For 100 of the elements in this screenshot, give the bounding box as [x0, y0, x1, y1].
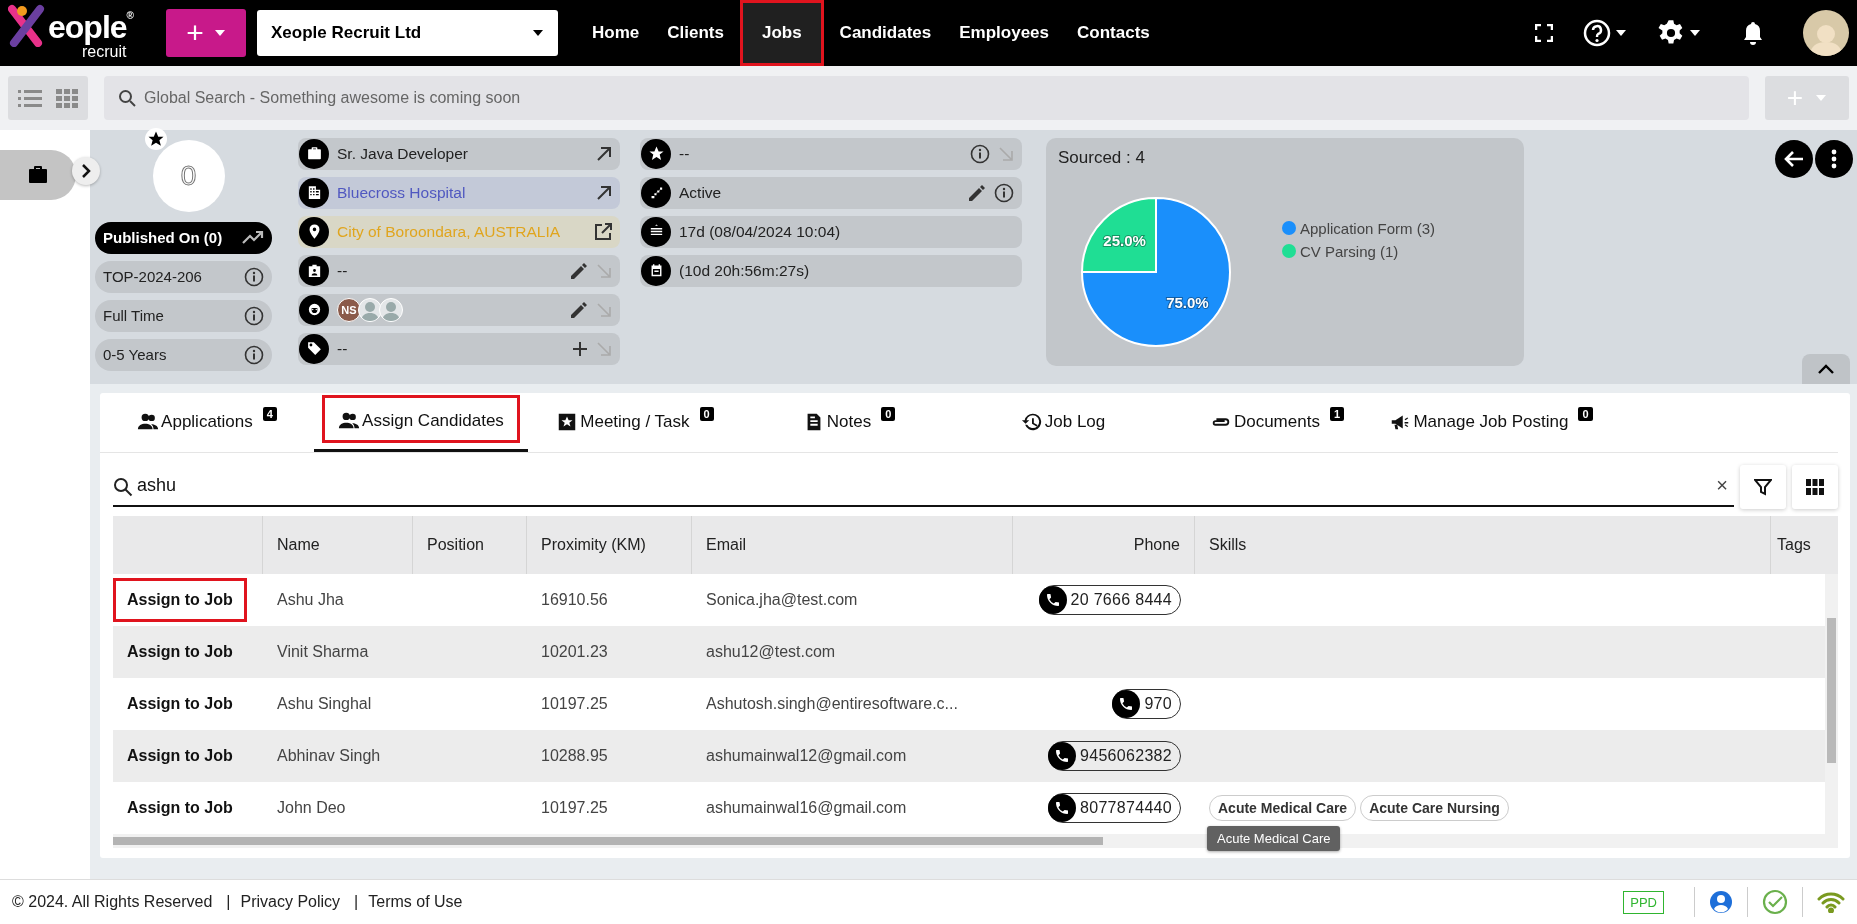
skill-tag: Acute Medical Care — [1209, 794, 1357, 821]
scrollbar[interactable] — [1825, 573, 1838, 834]
info-pill: 0-5 Years — [95, 338, 272, 371]
column-header[interactable]: Proximity (KM) — [527, 515, 692, 574]
more-icon — [1831, 148, 1837, 169]
chevron-up-icon — [1818, 363, 1834, 374]
assign-button[interactable]: Assign to Job — [113, 629, 247, 674]
collapse-button[interactable] — [1802, 353, 1850, 384]
search-icon — [113, 476, 133, 497]
table-cell-text: Ashu Singhal — [276, 693, 373, 714]
arrow-icon[interactable] — [596, 145, 612, 162]
more-button[interactable] — [1815, 139, 1853, 178]
tab[interactable]: Applications 4 — [100, 392, 314, 452]
add-button[interactable]: + — [166, 9, 246, 57]
info-pill: Full Time — [95, 299, 272, 332]
field-value: 17d (08/04/2024 10:04) — [679, 222, 842, 241]
footer-link[interactable]: Privacy Policy — [240, 893, 341, 911]
avatar-icon[interactable] — [1803, 10, 1849, 56]
settings-icon[interactable] — [1657, 19, 1685, 47]
help-icon[interactable] — [1583, 19, 1611, 47]
tab[interactable]: Meeting / Task 0 — [528, 392, 742, 452]
avatar-icon — [379, 297, 403, 322]
field-value: Bluecross Hospital — [337, 183, 467, 202]
nav-link[interactable]: Clients — [655, 0, 736, 66]
field-value: Sr. Java Developer — [337, 144, 469, 163]
plus-icon[interactable] — [572, 340, 588, 357]
external-link-icon[interactable] — [594, 222, 612, 241]
logo-text: eople$^{®}$ — [48, 9, 133, 45]
filter-field[interactable]: ashu — [113, 467, 1713, 504]
company-select[interactable]: Xeople Recruit Ltd — [257, 10, 558, 56]
footer-link[interactable]: Terms of Use — [368, 893, 463, 911]
nav-link[interactable]: Employees — [947, 0, 1061, 66]
column-header[interactable]: Email — [692, 515, 1013, 574]
info-icon[interactable] — [244, 344, 264, 365]
list-view-icon[interactable] — [18, 87, 42, 108]
table-cell-text: John Deo — [276, 797, 347, 818]
field-value: Active — [679, 183, 723, 202]
tab[interactable]: Documents 1 — [1170, 392, 1384, 452]
columns-button[interactable] — [1792, 464, 1838, 509]
separator: | — [354, 893, 359, 911]
column-header[interactable]: Skills — [1195, 515, 1771, 574]
table-cell-text: Sonica.jha@test.com — [705, 589, 859, 610]
column-header[interactable]: Position — [413, 515, 527, 574]
phone-icon — [1054, 747, 1070, 764]
tab[interactable]: Job Log — [956, 392, 1170, 452]
assign-button[interactable]: Assign to Job — [113, 681, 247, 726]
nav-link[interactable]: Candidates — [827, 0, 944, 66]
nav-link[interactable]: Home — [580, 0, 652, 66]
info-icon[interactable] — [244, 305, 264, 326]
column-header[interactable]: Tags — [1771, 515, 1823, 574]
column-header[interactable]: Phone — [1013, 515, 1195, 574]
nav-link[interactable]: Jobs — [739, 0, 824, 66]
chevron-right-icon — [81, 163, 91, 178]
grid-view-icon[interactable] — [56, 87, 78, 108]
published-button[interactable]: Published On (0) — [95, 221, 272, 254]
separator: | — [226, 893, 231, 911]
pencil-icon[interactable] — [570, 261, 588, 280]
grid-icon — [1806, 478, 1824, 495]
phone-icon — [1118, 695, 1135, 712]
info-icon[interactable] — [244, 266, 264, 287]
nav-link[interactable]: Contacts — [1065, 0, 1162, 66]
clear-button[interactable]: × — [1716, 474, 1728, 498]
copyright-text: © 2024. All Rights Reserved — [12, 893, 213, 911]
column-header[interactable]: Name — [263, 515, 413, 574]
user-icon[interactable] — [1709, 890, 1733, 914]
status-badge: PPD — [1623, 890, 1664, 914]
tab[interactable]: Manage Job Posting 0 — [1384, 392, 1598, 452]
assign-button[interactable]: Assign to Job — [113, 785, 247, 830]
assign-button[interactable]: Assign to Job — [113, 577, 247, 622]
bell-icon[interactable] — [1741, 20, 1765, 46]
info-icon[interactable] — [970, 143, 990, 164]
tab[interactable]: Assign Candidates — [314, 392, 528, 452]
fullscreen-icon[interactable] — [1535, 24, 1553, 42]
caret-icon — [532, 29, 544, 37]
tooltip: Acute Medical Care — [1207, 825, 1341, 851]
back-button[interactable] — [1775, 139, 1813, 178]
tab[interactable]: Notes 0 — [742, 392, 956, 452]
arrow-icon[interactable] — [596, 184, 612, 201]
skill-tag: Acute Care Nursing — [1360, 794, 1509, 821]
field-value: -- — [337, 261, 349, 280]
count-badge: 0 — [699, 406, 714, 421]
search-field[interactable]: Global Search - Something awesome is coming soon — [104, 75, 1749, 120]
filter-icon — [1754, 477, 1772, 496]
expand-button[interactable] — [72, 156, 100, 185]
pencil-icon[interactable] — [968, 183, 986, 202]
count-badge: 4 — [262, 406, 277, 421]
caret-icon — [213, 29, 226, 37]
trend-icon — [242, 230, 264, 245]
table-cell-text: 10288.95 — [540, 745, 609, 766]
check-icon[interactable] — [1762, 889, 1788, 915]
info-icon[interactable] — [994, 182, 1014, 203]
assign-button[interactable]: Assign to Job — [113, 733, 247, 778]
table-cell-text: 10201.23 — [540, 641, 609, 662]
search-icon — [118, 88, 136, 107]
field-value: -- — [679, 144, 691, 163]
filter-button[interactable] — [1740, 464, 1786, 509]
caret-icon — [1815, 93, 1828, 102]
jobs-tab[interactable] — [0, 149, 76, 200]
pencil-icon[interactable] — [570, 300, 588, 319]
table-cell-text: ashumainwal16@gmail.com — [705, 797, 908, 818]
